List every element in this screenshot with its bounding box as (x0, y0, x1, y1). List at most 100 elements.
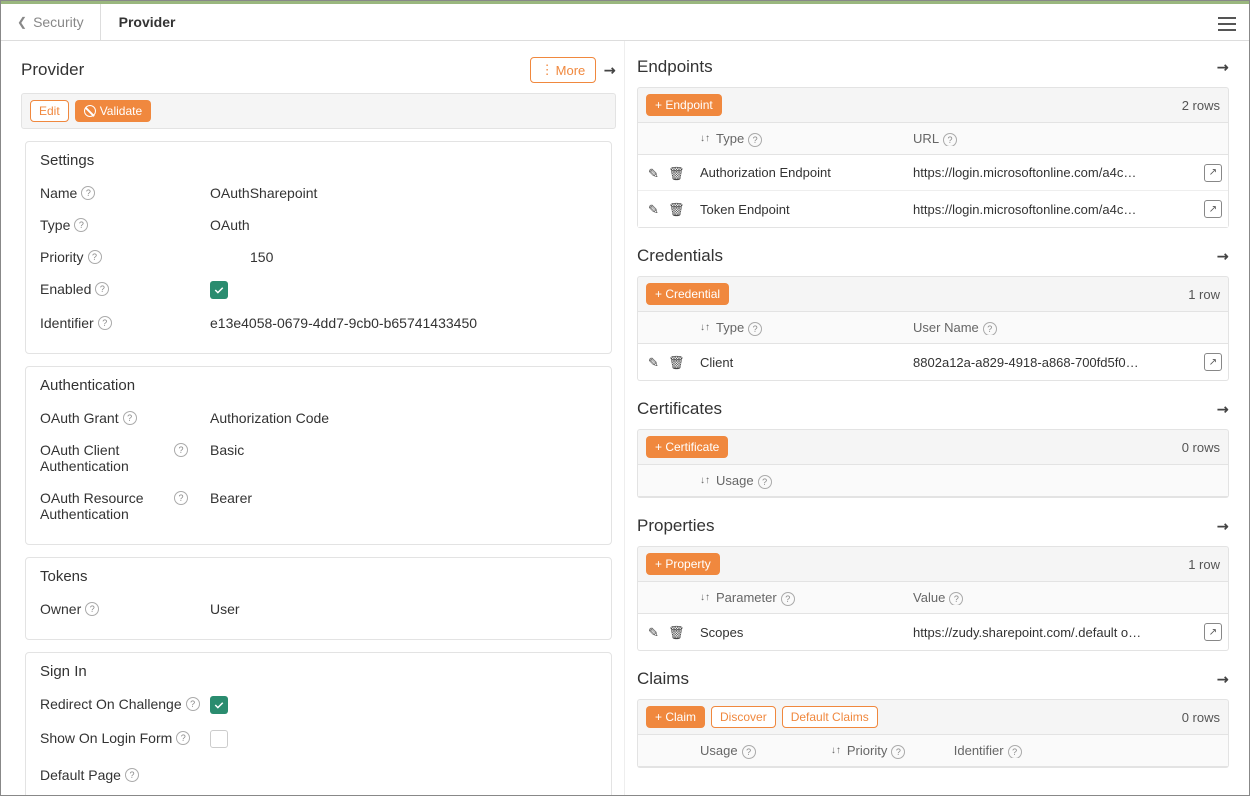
claims-table: Usage ? ↓↑Priority ? Identifier ? (637, 735, 1229, 768)
help-icon[interactable]: ? (123, 411, 137, 425)
endpoints-table: ↓↑Type ? URL ? ✎ 🗑 Authorization Endpoin… (637, 123, 1229, 228)
validate-button[interactable]: Validate (75, 100, 151, 122)
claims-row-count: 0 rows (1182, 710, 1220, 725)
help-icon[interactable]: ? (174, 491, 188, 505)
help-icon[interactable]: ? (85, 602, 99, 616)
breadcrumb-current: Provider (101, 14, 194, 30)
delete-icon[interactable]: 🗑 (668, 625, 682, 639)
auth-heading: Authentication (26, 367, 611, 402)
help-icon[interactable]: ? (88, 250, 102, 264)
name-value: OAuthSharepoint (210, 185, 597, 201)
validate-icon (84, 105, 96, 117)
help-icon[interactable]: ? (74, 218, 88, 232)
settings-heading: Settings (26, 142, 611, 177)
certificates-title: Certificates (637, 399, 722, 419)
top-bar: ❮ Security Provider (1, 1, 1249, 41)
expand-icon[interactable]: ↗ (1213, 516, 1233, 536)
help-icon[interactable]: ? (176, 731, 190, 745)
chevron-left-icon: ❮ (17, 15, 27, 29)
help-icon[interactable]: ? (186, 697, 200, 711)
default-claims-button[interactable]: Default Claims (782, 706, 878, 728)
add-claim-button[interactable]: + Claim (646, 706, 705, 728)
help-icon[interactable]: ? (943, 133, 957, 147)
help-icon[interactable]: ? (125, 768, 139, 782)
table-row[interactable]: ✎ 🗑 Token Endpoint https://login.microso… (638, 191, 1228, 227)
left-pane: Provider ⋮ More ↗ Edit Validate Settings (1, 41, 625, 795)
expand-icon[interactable]: ↗ (1213, 57, 1233, 77)
help-icon[interactable]: ? (174, 443, 188, 457)
add-credential-button[interactable]: + Credential (646, 283, 729, 305)
more-dots-icon: ⋮ (541, 62, 552, 78)
help-icon[interactable]: ? (81, 186, 95, 200)
edit-button[interactable]: Edit (30, 100, 69, 122)
help-icon[interactable]: ? (949, 592, 963, 606)
edit-icon[interactable]: ✎ (648, 355, 662, 369)
properties-row-count: 1 row (1188, 557, 1220, 572)
edit-icon[interactable]: ✎ (648, 202, 662, 216)
check-icon (213, 699, 225, 711)
signin-section: Sign In Redirect On Challenge ? Show On … (25, 652, 612, 795)
endpoints-row-count: 2 rows (1182, 98, 1220, 113)
external-link-icon[interactable]: ↗ (1204, 623, 1222, 641)
help-icon[interactable]: ? (1008, 745, 1022, 759)
sort-icon[interactable]: ↓↑ (700, 133, 710, 144)
help-icon[interactable]: ? (748, 133, 762, 147)
credentials-row-count: 1 row (1188, 287, 1220, 302)
add-certificate-button[interactable]: + Certificate (646, 436, 728, 458)
oauth-resource-auth-value: Bearer (210, 490, 597, 506)
table-row[interactable]: ✎ 🗑 Authorization Endpoint https://login… (638, 155, 1228, 191)
breadcrumb: ❮ Security Provider (1, 4, 193, 40)
certificates-table: ↓↑Usage ? (637, 465, 1229, 498)
expand-icon[interactable]: ↗ (600, 60, 620, 80)
add-endpoint-button[interactable]: + Endpoint (646, 94, 722, 116)
more-button[interactable]: ⋮ More (530, 57, 597, 83)
help-icon[interactable]: ? (748, 322, 762, 336)
right-pane: Endpoints ↗ + Endpoint 2 rows ↓↑Type ? U… (625, 41, 1249, 795)
help-icon[interactable]: ? (98, 316, 112, 330)
external-link-icon[interactable]: ↗ (1204, 353, 1222, 371)
signin-heading: Sign In (26, 653, 611, 688)
breadcrumb-back-label: Security (33, 14, 84, 30)
show-login-checkbox[interactable] (210, 730, 228, 748)
delete-icon[interactable]: 🗑 (668, 202, 682, 216)
help-icon[interactable]: ? (891, 745, 905, 759)
tokens-heading: Tokens (26, 558, 611, 593)
oauth-grant-value: Authorization Code (210, 410, 597, 426)
sort-icon[interactable]: ↓↑ (700, 322, 710, 333)
help-icon[interactable]: ? (758, 475, 772, 489)
sort-icon[interactable]: ↓↑ (831, 745, 841, 756)
edit-icon[interactable]: ✎ (648, 166, 662, 180)
oauth-client-auth-value: Basic (210, 442, 597, 458)
sort-icon[interactable]: ↓↑ (700, 475, 710, 486)
add-property-button[interactable]: + Property (646, 553, 720, 575)
tokens-section: Tokens Owner ? User (25, 557, 612, 640)
table-row[interactable]: ✎ 🗑 Scopes https://zudy.sharepoint.com/.… (638, 614, 1228, 650)
delete-icon[interactable]: 🗑 (668, 166, 682, 180)
expand-icon[interactable]: ↗ (1213, 246, 1233, 266)
discover-button[interactable]: Discover (711, 706, 776, 728)
sort-icon[interactable]: ↓↑ (700, 592, 710, 603)
provider-panel-title: Provider (21, 60, 84, 80)
edit-icon[interactable]: ✎ (648, 625, 662, 639)
redirect-checkbox[interactable] (210, 696, 228, 714)
properties-title: Properties (637, 516, 714, 536)
breadcrumb-back-security[interactable]: ❮ Security (1, 4, 101, 40)
help-icon[interactable]: ? (95, 282, 109, 296)
help-icon[interactable]: ? (742, 745, 756, 759)
claims-title: Claims (637, 669, 689, 689)
hamburger-menu-icon[interactable] (1215, 12, 1239, 36)
external-link-icon[interactable]: ↗ (1204, 164, 1222, 182)
properties-table: ↓↑Parameter ? Value ? ✎ 🗑 Scopes https:/… (637, 582, 1229, 651)
enabled-checkbox[interactable] (210, 281, 228, 299)
help-icon[interactable]: ? (983, 322, 997, 336)
expand-icon[interactable]: ↗ (1213, 669, 1233, 689)
owner-value: User (210, 601, 597, 617)
identifier-value: e13e4058-0679-4dd7-9cb0-b65741433450 (210, 315, 597, 331)
help-icon[interactable]: ? (781, 592, 795, 606)
external-link-icon[interactable]: ↗ (1204, 200, 1222, 218)
table-row[interactable]: ✎ 🗑 Client 8802a12a-a829-4918-a868-700fd… (638, 344, 1228, 380)
priority-value: 150 (210, 249, 597, 265)
certificates-row-count: 0 rows (1182, 440, 1220, 455)
delete-icon[interactable]: 🗑 (668, 355, 682, 369)
expand-icon[interactable]: ↗ (1213, 399, 1233, 419)
